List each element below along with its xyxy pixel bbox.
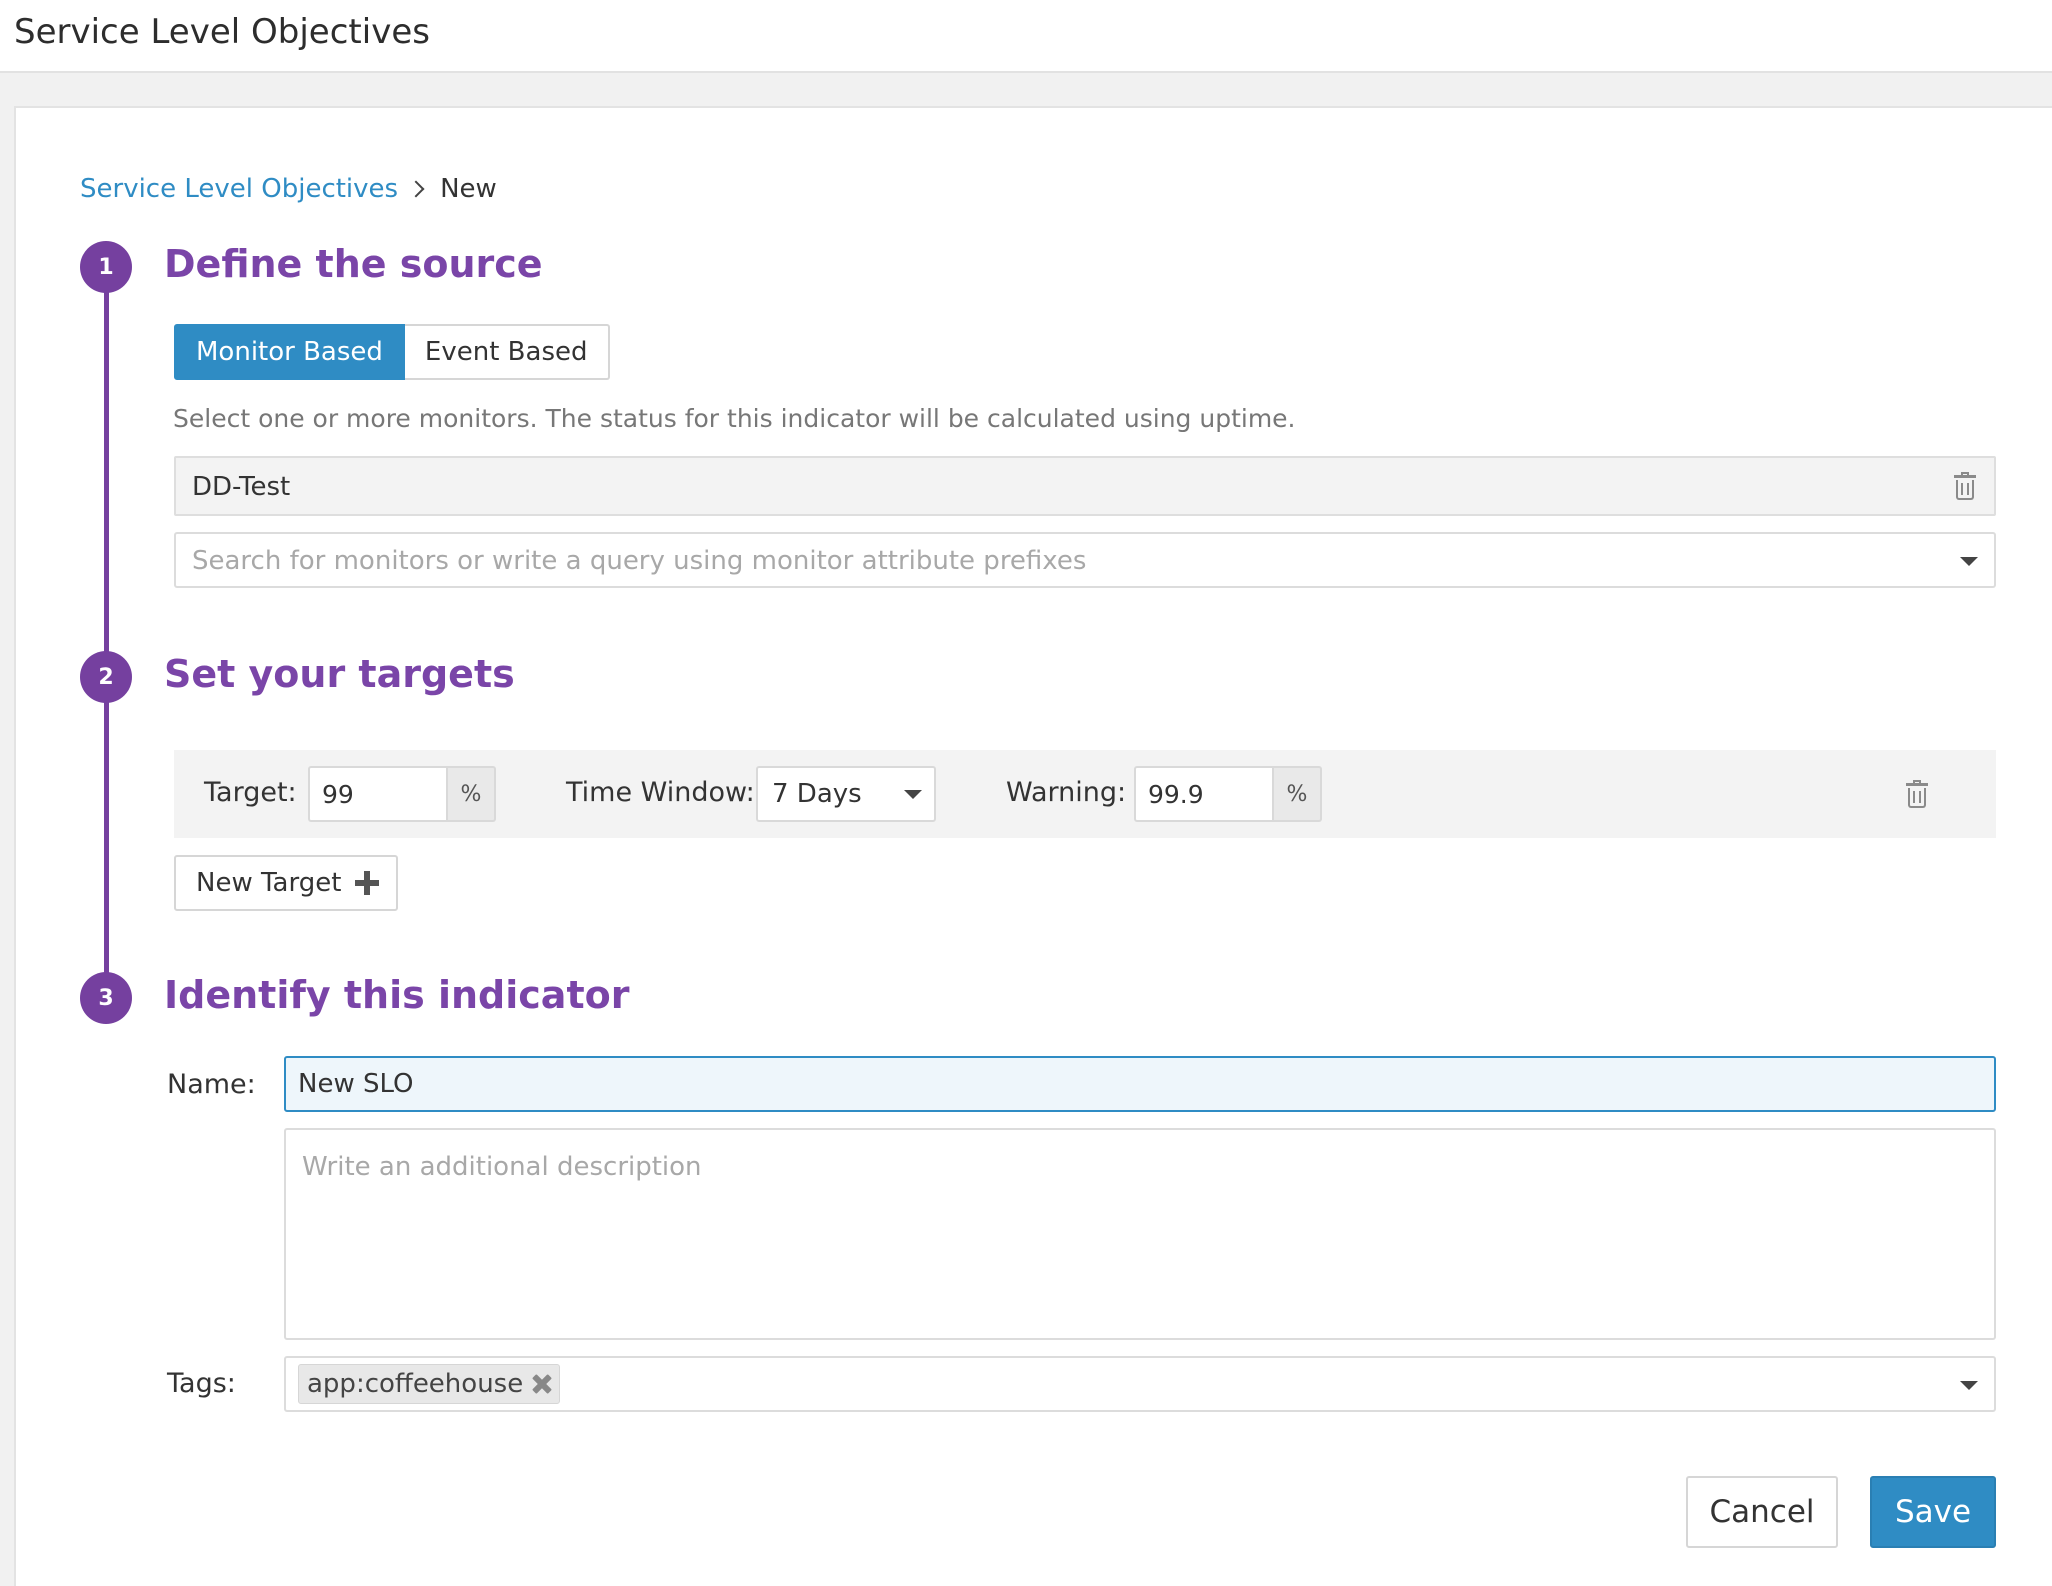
selected-monitor-name: DD-Test [192,472,291,502]
new-target-button[interactable]: New Target [174,855,398,911]
breadcrumb-link-slo[interactable]: Service Level Objectives [80,174,398,204]
step-rail [104,268,109,658]
plus-icon [355,871,380,895]
name-input[interactable]: New SLO [284,1056,1996,1112]
step-number-2: 2 [80,651,132,703]
target-input[interactable]: 99 [308,766,448,822]
tag-chip: app:coffeehouse [298,1364,561,1404]
caret-down-icon[interactable] [904,790,922,799]
event-based-button[interactable]: Event Based [404,324,610,380]
warning-input[interactable]: 99.9 [1134,766,1274,822]
new-target-label: New Target [196,868,342,898]
warning-percent-addon: % [1274,766,1322,822]
breadcrumb: Service Level Objectives New [80,174,497,204]
trash-icon[interactable] [1954,472,1976,500]
time-window-label: Time Window: [566,777,755,808]
warning-label: Warning: [1006,777,1127,808]
time-window-select[interactable]: 7 Days [756,766,936,822]
target-label: Target: [204,777,297,808]
caret-down-icon[interactable] [1960,1381,1978,1390]
target-row: Target: 99 % Time Window: 7 Days Warning… [174,750,1996,838]
breadcrumb-current: New [440,174,497,204]
monitor-search-select[interactable]: Search for monitors or write a query usi… [174,532,1996,588]
target-percent-addon: % [448,766,496,822]
step-title-define-source: Define the source [164,242,543,286]
top-bar: Service Level Objectives [0,0,2052,73]
selected-monitor-row: DD-Test [174,456,1996,516]
step-title-identify: Identify this indicator [164,973,630,1017]
monitor-search-placeholder: Search for monitors or write a query usi… [192,546,1087,576]
time-window-value: 7 Days [772,779,862,809]
step-rail [104,678,109,998]
step-number-1: 1 [80,241,132,293]
description-placeholder: Write an additional description [302,1152,702,1182]
step-title-set-targets: Set your targets [164,652,515,696]
description-textarea[interactable]: Write an additional description [284,1128,1996,1340]
tag-label: app:coffeehouse [307,1369,524,1399]
close-icon[interactable] [531,1373,553,1395]
chevron-right-icon [407,180,425,198]
cancel-button[interactable]: Cancel [1686,1476,1838,1548]
save-button[interactable]: Save [1870,1476,1996,1548]
tags-label: Tags: [167,1368,236,1399]
source-help-text: Select one or more monitors. The status … [173,404,1296,433]
step-number-3: 3 [80,972,132,1024]
source-type-toggle: Monitor Based Event Based [174,324,610,380]
tags-select[interactable]: app:coffeehouse [284,1356,1996,1412]
monitor-based-button[interactable]: Monitor Based [174,324,405,380]
name-label: Name: [167,1069,256,1100]
caret-down-icon[interactable] [1960,557,1978,566]
page-title: Service Level Objectives [14,12,430,52]
trash-icon[interactable] [1906,780,1928,808]
